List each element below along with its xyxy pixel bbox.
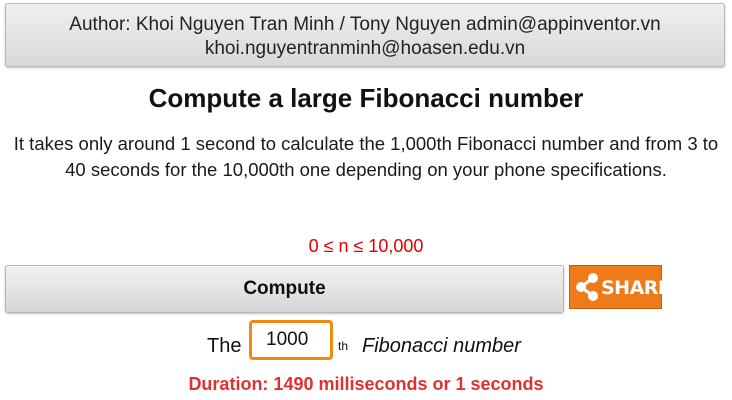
author-line-2: khoi.nguyentranminh@hoasen.edu.vn — [204, 38, 526, 59]
compute-button[interactable]: Compute — [5, 265, 564, 313]
share-icon — [574, 272, 600, 302]
the-label: The — [207, 335, 242, 357]
share-button[interactable]: SHARE — [569, 265, 671, 309]
fibonacci-number-label: Fibonacci number — [362, 335, 521, 357]
duration-result: Duration: 1490 milliseconds or 1 seconds — [188, 374, 544, 394]
n-input[interactable] — [249, 320, 333, 360]
share-label: SHARE — [601, 277, 671, 299]
author-info-box: Author: Khoi Nguyen Tran Minh / Tony Ngu… — [5, 3, 725, 67]
page-title: Compute a large Fibonacci number — [148, 83, 584, 113]
description-text: It takes only around 1 second to calcula… — [13, 133, 719, 180]
input-row: The th Fibonacci number — [0, 318, 732, 368]
range-hint: 0 ≤ n ≤ 10,000 — [308, 236, 424, 256]
author-line-1: Author: Khoi Nguyen Tran Minh / Tony Ngu… — [69, 14, 661, 35]
th-suffix: th — [338, 339, 349, 353]
